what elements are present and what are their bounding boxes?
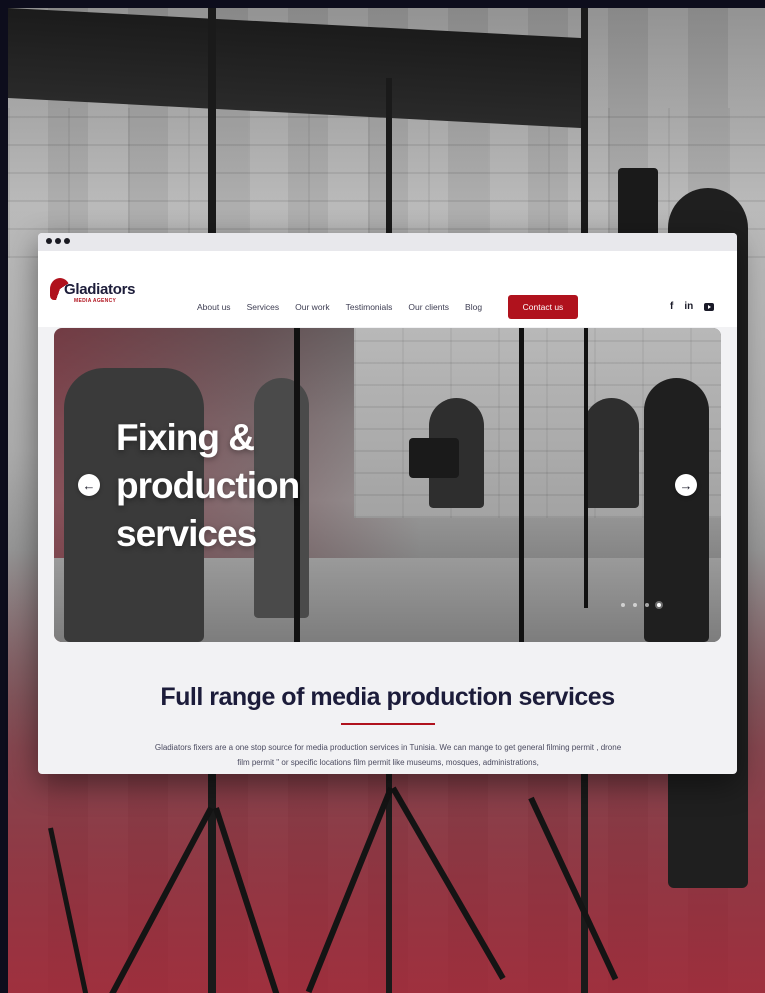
section-title: Full range of media production services	[160, 683, 615, 711]
nav-item-testimonials[interactable]: Testimonials	[346, 302, 393, 312]
arrow-right-icon: →	[679, 477, 693, 493]
contact-us-button[interactable]: Contact us	[508, 295, 578, 319]
site-header: Gladiators MEDIA AGENCY About us Service…	[38, 251, 737, 327]
window-maximize-dot[interactable]	[64, 238, 70, 244]
hero-photo-stand	[584, 328, 588, 608]
slider-next-button[interactable]: →	[675, 474, 697, 496]
linkedin-icon[interactable]: in	[684, 301, 693, 313]
background-tripod-leg	[305, 786, 394, 993]
browser-title-bar	[38, 233, 737, 251]
nav-item-about-us[interactable]: About us	[197, 302, 231, 312]
background-camera	[618, 168, 658, 238]
slider-dot-active[interactable]	[657, 603, 661, 607]
arrow-left-icon: ←	[82, 477, 96, 493]
nav-item-services[interactable]: Services	[247, 302, 280, 312]
nav-item-our-work[interactable]: Our work	[295, 302, 329, 312]
slider-prev-button[interactable]: ←	[78, 474, 100, 496]
hero-photo-person	[584, 398, 639, 508]
slider-pagination	[621, 603, 661, 607]
brand-logo[interactable]: Gladiators MEDIA AGENCY	[50, 278, 135, 312]
logo-subtext: MEDIA AGENCY	[74, 298, 117, 304]
nav-item-our-clients[interactable]: Our clients	[408, 302, 449, 312]
nav-item-blog[interactable]: Blog	[465, 302, 482, 312]
section-title-underline	[341, 723, 435, 725]
section-body-text: Gladiators fixers are a one stop source …	[154, 743, 622, 767]
logo-text: Gladiators	[64, 281, 136, 298]
social-links: f in	[670, 301, 715, 313]
slider-dot[interactable]	[633, 603, 637, 607]
main-menu: About us Services Our work Testimonials …	[197, 302, 498, 312]
window-minimize-dot[interactable]	[55, 238, 61, 244]
facebook-icon[interactable]: f	[670, 301, 673, 313]
hero-slider: Fixing & production services ← →	[54, 328, 721, 642]
window-controls	[46, 238, 70, 244]
hero-title: Fixing & production services	[116, 417, 300, 554]
background-tripod-leg	[528, 796, 619, 981]
youtube-icon[interactable]	[704, 303, 715, 311]
slider-dot[interactable]	[645, 603, 649, 607]
window-close-dot[interactable]	[46, 238, 52, 244]
background-tripod-leg	[213, 807, 287, 993]
browser-window: Gladiators MEDIA AGENCY About us Service…	[38, 233, 737, 774]
background-tripod-leg	[105, 806, 214, 993]
background-tripod-leg	[48, 827, 95, 993]
slider-dot[interactable]	[621, 603, 625, 607]
hero-photo-stand	[519, 328, 524, 642]
background-tripod-leg	[390, 786, 506, 981]
hero-photo-camera	[409, 438, 459, 478]
